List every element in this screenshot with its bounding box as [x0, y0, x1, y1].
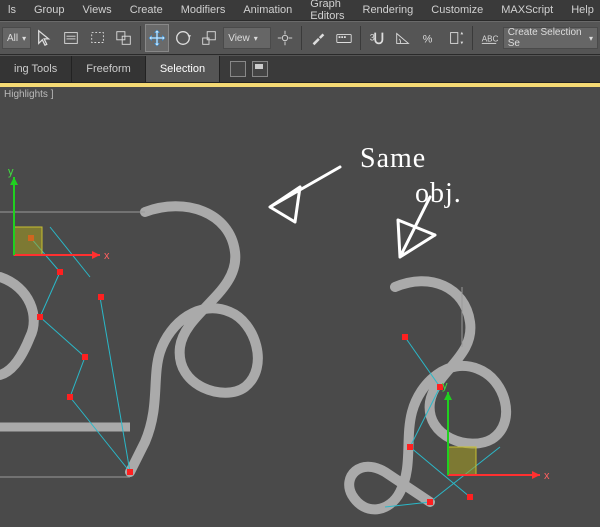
left-vertices[interactable]: [28, 235, 133, 475]
svg-text:Same: Same: [360, 143, 426, 174]
named-sel-icon[interactable]: ABC: [477, 24, 501, 52]
axis-y-label: y: [8, 166, 14, 178]
scene-svg: x y: [0, 87, 600, 527]
left-axis-gizmo[interactable]: x y: [8, 166, 110, 262]
menu-ls[interactable]: ls: [8, 4, 16, 16]
svg-text:obj.: obj.: [415, 178, 462, 209]
move-icon[interactable]: [145, 24, 169, 52]
toolbar-separator: [472, 26, 473, 50]
ribbon-bar: ing Tools Freeform Selection: [0, 55, 600, 83]
tab-modeling-tools[interactable]: ing Tools: [0, 56, 72, 82]
toolbar-separator: [301, 26, 302, 50]
window-crossing-icon[interactable]: [112, 24, 136, 52]
ref-coord-dropdown[interactable]: View: [223, 27, 271, 49]
right-spline-object[interactable]: [335, 281, 580, 527]
select-by-name-icon[interactable]: [59, 24, 83, 52]
svg-text:%: %: [423, 34, 433, 46]
manipulate-icon[interactable]: [306, 24, 330, 52]
left-bezier-handles: [30, 227, 130, 472]
toolbar-separator: [140, 26, 141, 50]
snap-toggle-icon[interactable]: 3: [365, 24, 389, 52]
percent-snap-icon[interactable]: %: [417, 24, 441, 52]
selection-set-dropdown[interactable]: Create Selection Se: [503, 27, 598, 49]
menu-views[interactable]: Views: [83, 4, 112, 16]
selection-filter-dropdown[interactable]: All: [2, 27, 31, 49]
svg-text:x: x: [544, 470, 550, 482]
rect-select-icon[interactable]: [85, 24, 109, 52]
handwritten-annotation: Same obj.: [270, 143, 462, 257]
tab-freeform[interactable]: Freeform: [72, 56, 146, 82]
ribbon-toggle-icon[interactable]: [230, 61, 246, 77]
menu-create[interactable]: Create: [130, 4, 163, 16]
svg-text:y: y: [442, 380, 448, 392]
spinner-snap-icon[interactable]: [443, 24, 467, 52]
menu-group[interactable]: Group: [34, 4, 65, 16]
menu-maxscript[interactable]: MAXScript: [501, 4, 553, 16]
menu-rendering[interactable]: Rendering: [363, 4, 414, 16]
menu-animation[interactable]: Animation: [243, 4, 292, 16]
menu-modifiers[interactable]: Modifiers: [181, 4, 226, 16]
tab-selection[interactable]: Selection: [146, 56, 220, 82]
angle-snap-icon[interactable]: [391, 24, 415, 52]
main-toolbar: All View 3 % ABC Creat: [0, 21, 600, 55]
toolbar-separator: [360, 26, 361, 50]
menu-customize[interactable]: Customize: [431, 4, 483, 16]
keyboard-shortcut-icon[interactable]: [332, 24, 356, 52]
menu-help[interactable]: Help: [571, 4, 594, 16]
menu-bar: ls Group Views Create Modifiers Animatio…: [0, 0, 600, 21]
menu-grapheditors[interactable]: Graph Editors: [310, 0, 344, 22]
rotate-icon[interactable]: [171, 24, 195, 52]
select-object-icon[interactable]: [33, 24, 57, 52]
viewport[interactable]: Highlights ]: [0, 83, 600, 527]
svg-text:ABC: ABC: [481, 35, 497, 44]
ribbon-minimize-icon[interactable]: [252, 61, 268, 77]
svg-text:3: 3: [370, 33, 375, 43]
pivot-center-icon[interactable]: [273, 24, 297, 52]
axis-x-label: x: [104, 250, 110, 262]
scale-icon[interactable]: [197, 24, 221, 52]
